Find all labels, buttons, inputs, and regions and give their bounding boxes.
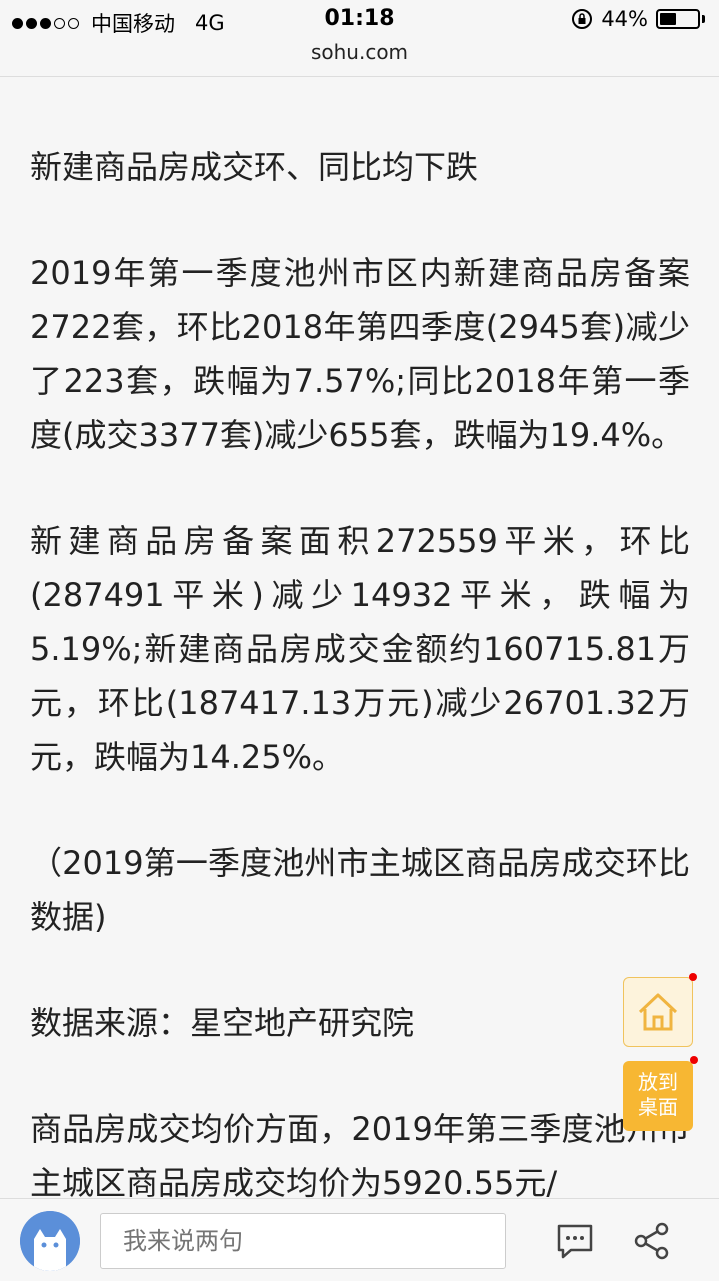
avatar[interactable] (20, 1211, 80, 1271)
url-bar[interactable]: sohu.com (0, 36, 719, 77)
article-heading: 新建商品房成交环、同比均下跌 (30, 148, 479, 186)
comment-input[interactable] (100, 1213, 506, 1269)
data-source: 数据来源：星空地产研究院 (30, 1004, 415, 1042)
status-right: 44% (571, 7, 705, 31)
home-icon (638, 993, 678, 1031)
add-to-desktop-button[interactable]: 放到 桌面 (623, 1056, 698, 1131)
article-paragraph: 2019年第一季度池州市区内新建商品房备案2722套，环比2018年第四季度(2… (30, 254, 690, 454)
article-paragraph: 新建商品房备案面积272559平米，环比(287491平米)减少14932平米，… (30, 522, 690, 776)
desktop-label-line2: 桌面 (638, 1095, 678, 1119)
comment-icon[interactable] (555, 1221, 595, 1261)
home-button[interactable] (623, 973, 697, 1047)
notification-dot (689, 973, 697, 981)
avatar-icon (20, 1211, 80, 1271)
battery-percent: 44% (601, 7, 648, 31)
article-paragraph: 商品房成交均价方面，2019年第三季度池州市主城区商品房成交均价为5920.55… (30, 1110, 690, 1202)
article-content: 新建商品房成交环、同比均下跌 2019年第一季度池州市区内新建商品房备案2722… (30, 140, 690, 1262)
orientation-lock-icon (572, 9, 593, 29)
notification-dot (690, 1056, 698, 1064)
battery-icon (656, 9, 700, 29)
desktop-label-line1: 放到 (638, 1070, 678, 1094)
comment-bar (0, 1198, 719, 1281)
share-icon[interactable] (632, 1221, 672, 1261)
image-caption: （2019第一季度池州市主城区商品房成交环比数据) (30, 844, 690, 936)
status-bar: 中国移动 4G 01:18 44% (0, 0, 719, 40)
